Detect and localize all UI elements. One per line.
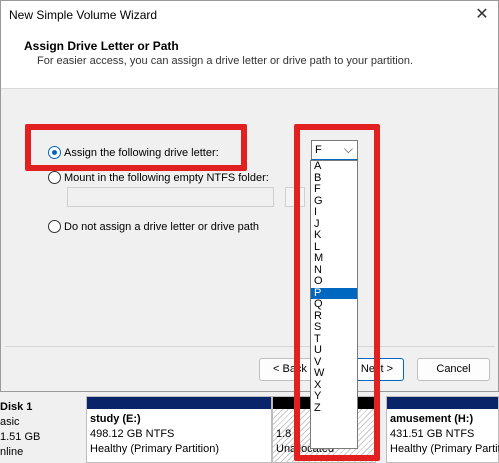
title-bar: New Simple Volume Wizard xyxy=(1,1,498,29)
new-simple-volume-wizard: New Simple Volume Wizard ✕ Assign Drive … xyxy=(0,0,499,392)
page-title: Assign Drive Letter or Path xyxy=(24,39,179,53)
radio-mount-folder[interactable]: Mount in the following empty NTFS folder… xyxy=(48,171,269,184)
partition-name: amusement (H:) xyxy=(390,413,474,425)
disk-size: 1.51 GB xyxy=(0,431,41,443)
disk-type: asic xyxy=(0,416,20,428)
annotation-box-option xyxy=(25,124,247,171)
folder-path-input[interactable] xyxy=(67,187,274,207)
radio-label: Mount in the following empty NTFS folder… xyxy=(64,171,269,184)
partition-study[interactable]: study (E:) 498.12 GB NTFS Healthy (Prima… xyxy=(86,396,272,463)
window-title: New Simple Volume Wizard xyxy=(9,8,158,22)
disk-label-panel: Disk 1 asic 1.51 GB nline xyxy=(0,392,80,463)
radio-label: Do not assign a drive letter or drive pa… xyxy=(64,220,260,233)
radio-unselected-icon xyxy=(48,220,61,233)
partition-status: Healthy (Primary Partition) xyxy=(390,443,499,455)
disk-status: nline xyxy=(0,446,24,458)
partition-amusement[interactable]: amusement (H:) 431.51 GB NTFS Healthy (P… xyxy=(386,396,499,463)
partition-size: 498.12 GB NTFS xyxy=(90,428,175,440)
annotation-box-dropdown xyxy=(294,124,380,461)
radio-no-assign[interactable]: Do not assign a drive letter or drive pa… xyxy=(48,220,259,233)
partition-status: Healthy (Primary Partition) xyxy=(90,443,219,455)
wizard-header: Assign Drive Letter or Path For easier a… xyxy=(1,29,498,89)
cancel-button[interactable]: Cancel xyxy=(417,358,490,381)
partition-size: 431.51 GB NTFS xyxy=(390,428,475,440)
page-subtitle: For easier access, you can assign a driv… xyxy=(37,55,414,67)
footer-divider xyxy=(5,346,495,347)
partition-bar xyxy=(387,397,498,409)
partition-bar xyxy=(87,397,271,409)
radio-unselected-icon xyxy=(48,171,61,184)
partition-name: study (E:) xyxy=(90,413,141,425)
close-icon[interactable]: ✕ xyxy=(472,5,492,25)
disk-name: Disk 1 xyxy=(0,401,33,413)
